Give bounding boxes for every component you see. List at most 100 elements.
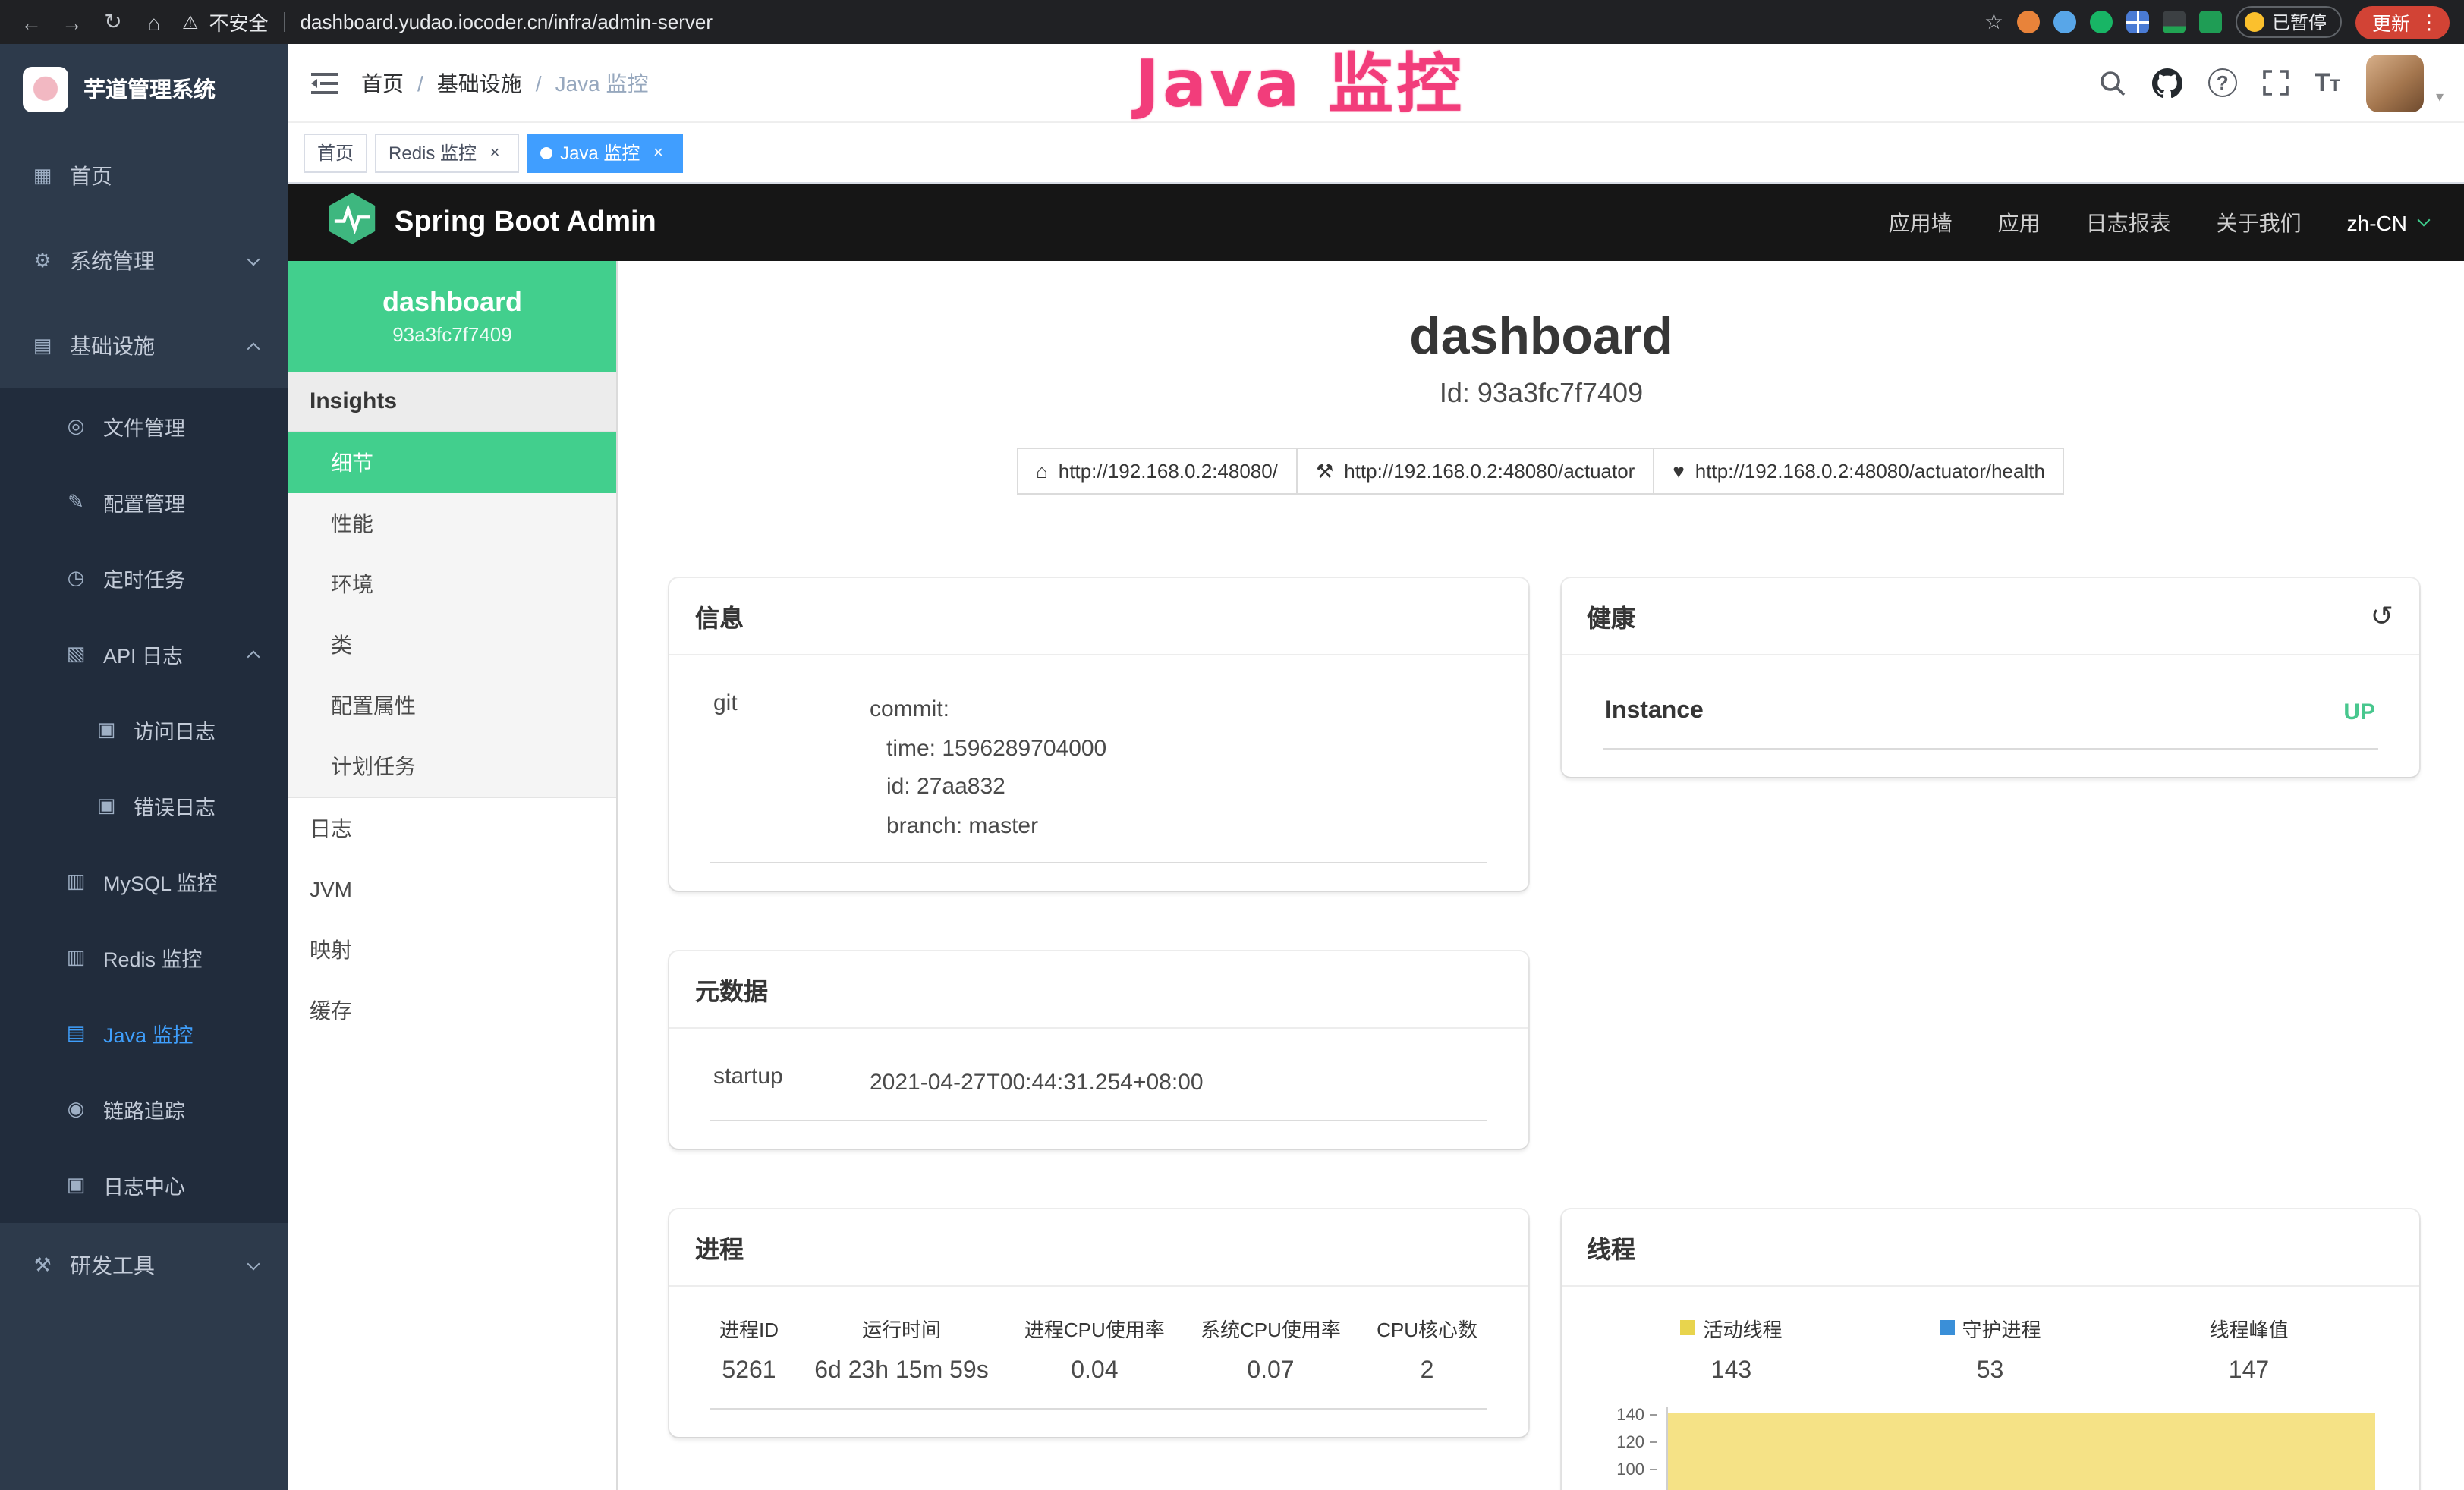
actuator-url-link[interactable]: ⚒ http://192.168.0.2:48080/actuator [1296,448,1654,495]
breadcrumb-infrastructure[interactable]: 基础设施 [437,68,522,98]
sidebar-item-config-management[interactable]: ✎ 配置管理 [0,464,288,540]
breadcrumb-separator: / [536,71,542,95]
search-icon[interactable] [2099,69,2126,96]
font-size-icon[interactable]: TT [2315,70,2340,96]
cell-value: 6d 23h 15m 59s [814,1357,989,1385]
extension-icon[interactable] [2163,11,2186,33]
link-label: http://192.168.0.2:48080/ [1059,460,1278,483]
sidebar-item-mysql-monitor[interactable]: ▥ MySQL 监控 [0,844,288,919]
breadcrumb-home[interactable]: 首页 [361,68,404,98]
legend-value: 53 [1861,1357,2119,1385]
cell-value: 5261 [719,1357,779,1385]
sidebar-item-label: Java 监控 [103,1018,194,1048]
legend-square-blue [1939,1320,1954,1335]
profile-face-icon [2245,12,2264,32]
menu-item-config-properties[interactable]: 配置属性 [288,675,616,736]
sidebar-item-home[interactable]: ▦ 首页 [0,134,288,218]
tab-java-monitor[interactable]: Java 监控 × [527,133,682,172]
menu-item-beans[interactable]: 类 [288,615,616,675]
health-card: 健康 ↺ Instance UP [1561,578,2419,777]
app-logo[interactable]: 芋道管理系统 [0,44,288,134]
link-label: http://192.168.0.2:48080/actuator [1344,460,1635,483]
sidebar-item-redis-monitor[interactable]: ▥ Redis 监控 [0,919,288,995]
sidebar-item-infrastructure[interactable]: ▤ 基础设施 [0,303,288,388]
forward-icon[interactable]: → [56,10,88,34]
menu-item-jvm[interactable]: JVM [288,859,616,919]
sidebar-item-trace[interactable]: ◉ 链路追踪 [0,1071,288,1147]
menu-item-scheduled-tasks[interactable]: 计划任务 [288,736,616,797]
close-icon[interactable]: × [484,142,505,163]
menu-item-caches[interactable]: 缓存 [288,980,616,1041]
sidebar-item-log-center[interactable]: ▣ 日志中心 [0,1147,288,1223]
health-url-link[interactable]: ♥ http://192.168.0.2:48080/actuator/heal… [1653,448,2065,495]
menu-item-mappings[interactable]: 映射 [288,919,616,980]
menu-item-details[interactable]: 细节 [288,432,616,493]
tab-redis-monitor[interactable]: Redis 监控 × [375,133,519,172]
tab-home[interactable]: 首页 [304,133,367,172]
screenshot-root: ← → ↻ ⌂ ⚠ 不安全 dashboard.yudao.iocoder.cn… [0,0,2464,1490]
browser-home-icon[interactable]: ⌂ [138,10,170,34]
history-icon[interactable]: ↺ [2371,602,2393,630]
legend-label: 活动线程 [1703,1313,1782,1342]
security-label[interactable]: 不安全 [209,8,269,36]
sidebar-item-access-logs[interactable]: ▣ 访问日志 [0,692,288,768]
sidebar-item-error-logs[interactable]: ▣ 错误日志 [0,768,288,844]
extension-icon[interactable] [2053,11,2076,33]
sba-brand-title[interactable]: Spring Boot Admin [395,206,656,239]
sidebar-item-api-logs[interactable]: ▧ API 日志 [0,616,288,692]
tab-label: Java 监控 [560,140,640,165]
update-button[interactable]: 更新 ⋮ [2355,5,2450,39]
cell-value: 0.04 [1024,1357,1165,1385]
dashboard-icon: ▦ [30,164,55,188]
url-text[interactable]: dashboard.yudao.iocoder.cn/infra/admin-s… [301,11,713,33]
avatar-caret-icon[interactable]: ▾ [2436,89,2444,112]
back-icon[interactable]: ← [15,10,47,34]
card-title-info: 信息 [669,578,1528,655]
metadata-card: 元数据 startup 2021-04-27T00:44:31.254+08:0… [669,951,1528,1148]
paused-badge[interactable]: 已暂停 [2236,6,2342,38]
locale-selector[interactable]: zh-CN [2347,210,2428,234]
avatar[interactable] [2366,54,2424,112]
sidebar-item-system-management[interactable]: ⚙ 系统管理 [0,218,288,303]
extension-icon[interactable] [2090,11,2113,33]
github-icon[interactable] [2152,68,2182,98]
menu-item-loggers[interactable]: 日志 [288,798,616,859]
sidebar-item-file-management[interactable]: ◎ 文件管理 [0,388,288,464]
sidebar-item-label: 研发工具 [70,1250,155,1281]
bookmark-star-icon[interactable]: ☆ [1984,9,2003,35]
database-icon: ▥ [64,869,88,894]
pencil-icon: ✎ [64,490,88,514]
threads-card: 线程 活动线程 1 [1561,1209,2419,1490]
locale-label: zh-CN [2347,210,2407,234]
sba-nav-about[interactable]: 关于我们 [2217,207,2302,237]
monitor-icon: ▤ [30,334,55,358]
y-axis-tick: 100 [1602,1460,1657,1479]
help-icon[interactable]: ? [2208,68,2237,97]
omnibox-divider [284,12,285,32]
sba-nav-wallboard[interactable]: 应用墙 [1889,207,1953,237]
menu-group-insights[interactable]: Insights [288,372,616,432]
fullscreen-icon[interactable] [2263,70,2289,96]
service-url-link[interactable]: ⌂ http://192.168.0.2:48080/ [1016,448,1298,495]
metadata-value: 2021-04-27T00:44:31.254+08:00 [870,1064,1484,1102]
extension-icon[interactable] [2126,11,2149,33]
close-icon[interactable]: × [647,142,669,163]
sba-nav-journal[interactable]: 日志报表 [2086,207,2171,237]
menu-item-environment[interactable]: 环境 [288,554,616,615]
threads-chart: 140 120 100 [1602,1406,2378,1490]
legend-square-yellow [1680,1320,1695,1335]
sidebar-item-dev-tools[interactable]: ⚒ 研发工具 [0,1223,288,1308]
legend-value: 143 [1602,1357,1861,1385]
refresh-icon[interactable]: ↻ [97,9,129,35]
card-title: 信息 [695,598,744,634]
sidebar-item-scheduled-jobs[interactable]: ◷ 定时任务 [0,540,288,616]
extension-icon[interactable] [2199,11,2222,33]
hamburger-icon[interactable] [288,71,361,95]
sidebar-item-java-monitor[interactable]: ▤ Java 监控 [0,995,288,1071]
menu-item-metrics[interactable]: 性能 [288,493,616,554]
browser-menu-icon[interactable]: ⋮ [2419,10,2439,34]
address-bar[interactable]: ⚠ 不安全 dashboard.yudao.iocoder.cn/infra/a… [182,8,1969,36]
instance-header[interactable]: dashboard 93a3fc7f7409 [288,261,616,372]
sba-nav-applications[interactable]: 应用 [1998,207,2041,237]
extension-icon[interactable] [2017,11,2040,33]
